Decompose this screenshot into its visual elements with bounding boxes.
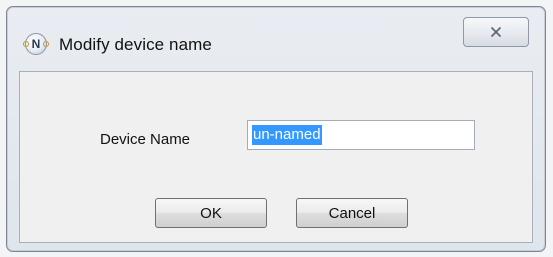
cancel-button[interactable]: Cancel [296,198,408,228]
title-bar[interactable]: N Modify device name [7,7,545,65]
ok-button[interactable]: OK [155,198,267,228]
dialog-title: Modify device name [59,35,212,54]
close-button[interactable] [463,17,529,47]
device-name-label: Device Name [100,131,191,148]
dialog-content: Device Name un-named OK Cancel [19,71,533,243]
n-icon: N [23,33,49,55]
close-icon [490,26,502,38]
app-icon-letter: N [31,37,41,51]
device-name-input[interactable]: un-named [247,120,475,150]
device-name-value[interactable]: un-named [252,125,322,145]
modify-device-name-dialog: N Modify device name Device Name un-name… [6,6,546,252]
